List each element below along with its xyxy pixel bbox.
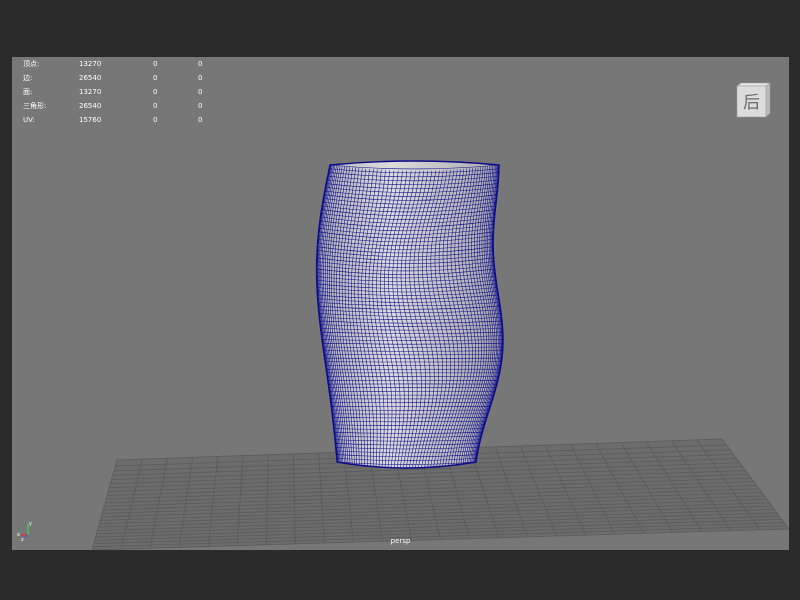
hud-value: 0 — [198, 88, 203, 96]
hud-row-triangles: 三角形: 26540 0 0 — [23, 99, 223, 113]
hud-value: 13270 — [79, 60, 102, 68]
viewcube-side-face[interactable] — [765, 82, 771, 118]
wireframe-mesh[interactable] — [315, 160, 504, 469]
viewcube-face-label: 后 — [743, 93, 760, 113]
hud-value: 0 — [198, 116, 203, 124]
perspective-viewport[interactable]: 顶点: 13270 0 0 边: 26540 0 0 面: 13270 0 0 … — [12, 57, 789, 550]
hud-row-faces: 面: 13270 0 0 — [23, 85, 223, 99]
hud-value: 0 — [153, 102, 158, 110]
hud-value: 15760 — [79, 116, 102, 124]
axis-y-label: y — [29, 521, 32, 527]
hud-row-edges: 边: 26540 0 0 — [23, 71, 223, 85]
scene-canvas[interactable] — [12, 57, 789, 550]
hud-value: 0 — [153, 88, 158, 96]
hud-row-vertices: 顶点: 13270 0 0 — [23, 57, 223, 71]
hud-value: 26540 — [79, 74, 102, 82]
hud-value: 0 — [198, 102, 203, 110]
heads-up-display-poly-count: 顶点: 13270 0 0 边: 26540 0 0 面: 13270 0 0 … — [23, 57, 223, 127]
hud-row-uvs: UV: 15760 0 0 — [23, 113, 223, 127]
hud-label: UV: — [23, 116, 35, 124]
hud-value: 0 — [198, 60, 203, 68]
hud-label: 边: — [23, 74, 33, 82]
hud-label: 顶点: — [23, 60, 40, 68]
hud-value: 0 — [153, 116, 158, 124]
hud-value: 0 — [198, 74, 203, 82]
hud-label: 三角形: — [23, 102, 47, 110]
hud-value: 13270 — [79, 88, 102, 96]
hud-label: 面: — [23, 88, 33, 96]
viewcube-top-face[interactable] — [736, 82, 771, 87]
hud-value: 0 — [153, 60, 158, 68]
hud-value: 0 — [153, 74, 158, 82]
hud-value: 26540 — [79, 102, 102, 110]
camera-name-label: persp — [390, 537, 411, 545]
viewcube[interactable]: 后 — [733, 82, 771, 118]
